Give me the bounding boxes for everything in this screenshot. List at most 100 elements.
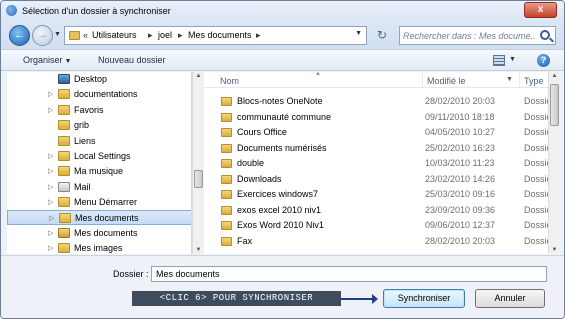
scroll-up-icon[interactable]: ▲ [549,73,560,79]
nav-item-label: Mes documents [74,228,138,238]
arrow-right-icon: → [37,29,48,41]
nav-item-ma-musique[interactable]: ▷ Ma musique [7,164,191,179]
breadcrumb-separator[interactable]: ▸ [178,30,183,41]
folder-icon [221,237,232,246]
view-options-icon[interactable] [493,55,505,66]
file-list: ▲ Nom Modifié le ▼ Type Blocs-notes OneN… [204,72,548,254]
expand-arrow-icon[interactable]: ▷ [49,214,54,222]
file-modified: 28/02/2010 20:03 [425,96,496,106]
address-bar[interactable]: « Utilisateurs ▸ joel ▸ Mes documents ▸ … [64,26,367,45]
expand-arrow-icon[interactable]: ▷ [48,244,53,252]
organize-menu-button[interactable]: Organiser ▼ [23,55,71,65]
column-divider[interactable] [422,73,423,87]
scroll-down-icon[interactable]: ▼ [549,247,560,253]
nav-item-label: Mes documents [75,213,139,223]
folder-icon [221,159,232,168]
file-type: Dossier [524,96,548,106]
close-button[interactable]: x [524,2,557,18]
address-dropdown-icon[interactable]: ▼ [355,30,362,37]
expand-arrow-icon[interactable]: ▷ [48,106,53,114]
column-filter-dropdown-icon[interactable]: ▼ [506,76,513,83]
scrollbar-thumb[interactable] [194,170,203,188]
table-row[interactable]: Documents numérisés 25/02/2010 16:23 Dossi… [204,141,548,156]
expand-arrow-icon[interactable]: ▷ [48,198,53,206]
scroll-up-icon[interactable]: ▲ [193,73,204,79]
nav-item-label: Liens [74,136,96,146]
table-row[interactable]: double 10/03/2010 11:23 Dossier [204,156,548,171]
breadcrumb-separator[interactable]: ▸ [256,30,261,41]
view-dropdown-icon[interactable]: ▼ [509,56,516,63]
nav-item-favoris[interactable]: ▷ Favoris [7,103,191,118]
mail-icon [58,182,70,192]
nav-item-grib[interactable]: grib [7,118,191,133]
nav-item-liens[interactable]: Liens [7,134,191,149]
expand-arrow-icon[interactable]: ▷ [48,229,53,237]
recent-locations-dropdown[interactable]: ▼ [54,31,61,38]
scroll-down-icon[interactable]: ▼ [193,247,204,253]
sort-ascending-icon: ▲ [315,72,321,77]
folder-icon [58,151,70,161]
file-modified: 28/02/2010 20:03 [425,236,496,246]
table-row[interactable]: Cours Office 04/05/2010 10:27 Dossier [204,125,548,140]
folder-field[interactable] [151,266,547,282]
folder-icon [221,113,232,122]
table-row[interactable]: communauté commune 09/11/2010 18:18 Dossie… [204,110,548,125]
table-row[interactable]: Exos Word 2010 Niv1 09/06/2010 12:37 Dossi… [204,218,548,233]
expand-arrow-icon[interactable]: ▷ [48,90,53,98]
nav-item-mes-images[interactable]: ▷ Mes images [7,241,191,254]
back-button[interactable]: ← [9,25,30,46]
dialog-footer: Dossier : <CLIC 6> POUR SYNCHRONISER Syn… [1,255,564,318]
scrollbar-thumb[interactable] [550,84,559,126]
help-icon[interactable]: ? [537,54,550,67]
forward-button[interactable]: → [32,25,53,46]
column-header-modified[interactable]: Modifié le [427,76,466,86]
expand-arrow-icon[interactable]: ▷ [48,183,53,191]
nav-item-mes-documents-selected[interactable]: ▷ Mes documents [7,210,191,225]
file-type: Dossier [524,174,548,184]
desktop-icon [58,74,70,84]
nav-item-label: grib [74,120,90,130]
nav-item-desktop[interactable]: Desktop [7,72,191,87]
nav-item-mail[interactable]: ▷ Mail [7,180,191,195]
breadcrumb-mes-documents[interactable]: Mes documents [188,30,252,40]
nav-item-mes-documents-library[interactable]: ▷ Mes documents [7,226,191,241]
cancel-button[interactable]: Annuler [475,289,545,308]
nav-item-label: Favoris [74,105,104,115]
table-row[interactable]: Downloads 23/02/2010 14:26 Dossier [204,172,548,187]
table-row[interactable]: exos excel 2010 niv1 23/09/2010 09:36 Doss… [204,203,548,218]
nav-item-label: Local Settings [74,151,131,161]
breadcrumb-joel[interactable]: joel [158,30,172,40]
nav-item-local-settings[interactable]: ▷ Local Settings [7,149,191,164]
nav-item-label: Mail [74,182,91,192]
refresh-button[interactable]: ↻ [373,28,391,43]
file-modified: 10/03/2010 11:23 [425,158,495,168]
file-modified: 25/03/2010 09:16 [425,189,496,199]
breadcrumb-users[interactable]: Utilisateurs [92,30,137,40]
column-header-type[interactable]: Type [524,76,544,86]
breadcrumb-separator[interactable]: ▸ [148,30,153,41]
table-row[interactable]: Fax 28/02/2010 20:03 Dossier [204,234,548,249]
navigation-scrollbar[interactable]: ▲ ▼ [192,72,203,254]
root-separator[interactable]: « [83,30,88,40]
file-type: Dossier [524,143,548,153]
file-list-scrollbar[interactable]: ▲ ▼ [548,72,559,254]
file-type: Dossier [524,205,548,215]
search-input[interactable] [403,29,535,43]
file-name: Cours Office [237,127,287,137]
sync-app-icon [6,5,17,16]
column-header-name[interactable]: Nom [220,76,239,86]
expand-arrow-icon[interactable]: ▷ [48,167,53,175]
table-row[interactable]: Exercices windows7 25/03/2010 09:16 Dossie… [204,187,548,202]
expand-arrow-icon[interactable]: ▷ [48,152,53,160]
new-folder-button[interactable]: Nouveau dossier [98,55,166,65]
nav-item-menu-demarrer[interactable]: ▷ Menu Démarrer [7,195,191,210]
address-row: ← → ▼ « Utilisateurs ▸ joel ▸ Mes docume… [1,21,564,49]
synchronize-button[interactable]: Synchroniser [383,289,465,308]
search-icon[interactable] [540,30,550,40]
search-box[interactable] [399,26,556,45]
table-row[interactable]: Blocs-notes OneNote 28/02/2010 20:03 Dossi… [204,94,548,109]
nav-item-documentations[interactable]: ▷ documentations [7,87,191,102]
folder-icon [221,190,232,199]
column-divider[interactable] [519,73,520,87]
folder-icon [221,221,232,230]
